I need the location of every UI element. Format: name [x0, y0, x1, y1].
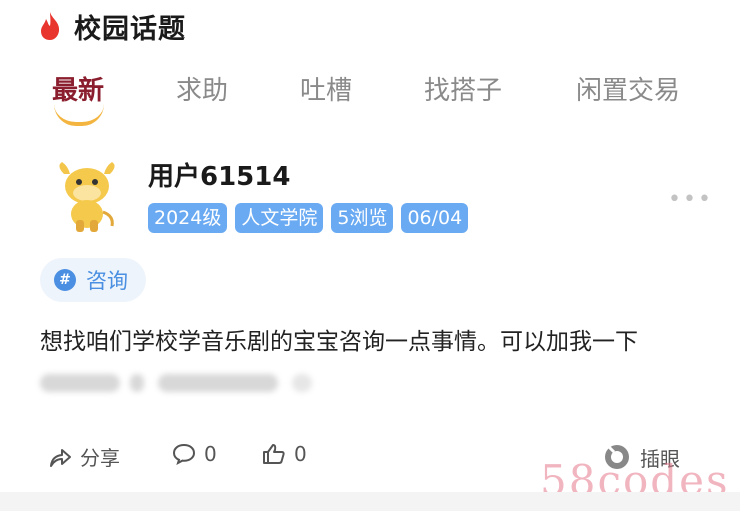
comment-icon [172, 443, 196, 465]
flame-icon [41, 12, 60, 40]
page-header: 校园话题 [38, 6, 186, 46]
comment-button[interactable]: 0 [172, 442, 217, 466]
tab-find-buddy[interactable]: 找搭子 [424, 70, 502, 107]
topic-chip[interactable]: # 咨询 [40, 258, 146, 302]
bottom-divider [0, 492, 740, 511]
category-tabs: 最新 求助 吐槽 找搭子 闲置交易 [0, 64, 740, 112]
avatar[interactable] [54, 160, 120, 234]
grade-tag: 2024级 [148, 203, 228, 233]
date-tag: 06/04 [401, 203, 469, 233]
tab-rant[interactable]: 吐槽 [300, 70, 352, 107]
share-label: 分享 [80, 446, 120, 470]
tab-secondhand[interactable]: 闲置交易 [576, 70, 680, 107]
topic-label: 咨询 [86, 269, 128, 293]
thumbs-up-icon [263, 444, 285, 464]
views-tag: 5浏览 [331, 203, 394, 233]
post-content: 想找咱们学校学音乐剧的宝宝咨询一点事情。可以加我一下 [40, 329, 638, 355]
comment-count: 0 [204, 442, 217, 466]
page-title: 校园话题 [74, 13, 186, 45]
tab-latest[interactable]: 最新 [52, 70, 104, 107]
active-tab-indicator [54, 104, 104, 126]
share-button[interactable]: 分享 [48, 442, 120, 471]
like-count: 0 [294, 442, 307, 466]
username[interactable]: 用户61514 [148, 156, 290, 193]
hashtag-icon: # [54, 269, 76, 291]
like-button[interactable]: 0 [262, 442, 307, 466]
tab-help[interactable]: 求助 [176, 70, 228, 107]
college-tag: 人文学院 [235, 203, 324, 233]
redacted-content [40, 370, 660, 396]
more-options-icon[interactable]: ••• [668, 187, 713, 212]
post-meta-tags: 2024级 人文学院 5浏览 06/04 [148, 203, 469, 233]
share-icon [50, 448, 71, 467]
